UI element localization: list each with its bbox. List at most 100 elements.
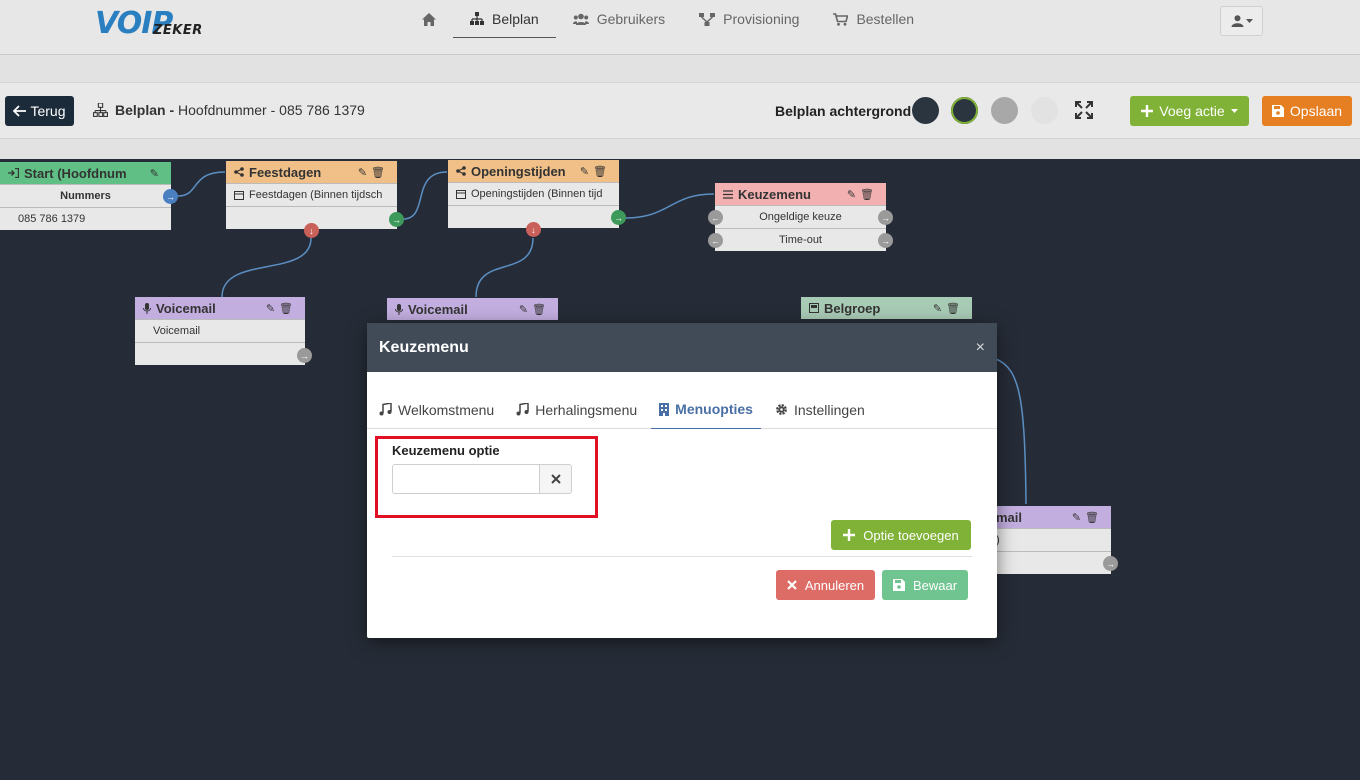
edit-delete-icons[interactable]: ✎🗑	[519, 303, 550, 316]
calendar-icon	[234, 191, 244, 200]
node-keuzemenu[interactable]: Keuzemenu ✎🗑 Ongeldige keuze Time-out	[715, 183, 886, 251]
save-plan-label: Opslaan	[1289, 103, 1343, 119]
save-plan-button[interactable]: Opslaan	[1262, 96, 1352, 126]
close-icon	[550, 474, 561, 484]
phone-group-icon	[809, 303, 819, 313]
users-icon	[572, 13, 589, 25]
share-icon	[456, 166, 466, 176]
wire-feestdagen-openingstijden	[402, 171, 448, 220]
keuzemenu-modal: Keuzemenu × Welkomstmenu Herhalingsmenu …	[367, 323, 997, 638]
node-start-row-numbers: Nummers	[0, 184, 171, 207]
option-label: Keuzemenu optie	[392, 443, 500, 458]
fullscreen-icon[interactable]	[1075, 101, 1093, 124]
caret-down-icon	[1230, 108, 1238, 113]
close-icon	[787, 580, 797, 590]
node-voicemail-3[interactable]: mail ✎🗑 )	[980, 506, 1111, 574]
modal-title: Keuzemenu	[379, 338, 469, 356]
edit-delete-icons[interactable]: ✎🗑	[266, 302, 297, 315]
node-voicemail-1[interactable]: Voicemail ✎🗑 Voicemail	[135, 297, 305, 365]
node-feestdagen[interactable]: Feestdagen ✎🗑 Feestdagen (Binnen tijdsch	[226, 161, 397, 229]
cancel-label: Annuleren	[804, 577, 865, 593]
background-swatch-dark-selected[interactable]	[951, 97, 978, 124]
share-icon	[234, 167, 244, 177]
wire-openingstijden-voicemail	[475, 237, 534, 298]
nav-belplan-label: Belplan	[492, 10, 539, 27]
wire-openingstijden-keuzemenu	[624, 193, 715, 219]
plus-icon	[843, 529, 856, 541]
close-icon[interactable]: ×	[976, 339, 985, 357]
node-voicemail-3-title: mail	[996, 509, 1023, 525]
node-voicemail-2-header: Voicemail ✎🗑	[387, 298, 558, 320]
nav-bestellen[interactable]: Bestellen	[816, 0, 931, 38]
edit-icon[interactable]: ✎	[150, 167, 163, 180]
user-menu-button[interactable]	[1220, 6, 1263, 36]
edit-delete-icons[interactable]: ✎🗑	[847, 188, 878, 201]
wire-feestdagen-voicemail	[221, 237, 312, 298]
back-button[interactable]: Terug	[5, 96, 74, 126]
modal-header: Keuzemenu ×	[367, 323, 997, 372]
node-openingstijden-header: Openingstijden ✎🗑	[448, 160, 619, 182]
music-icon	[379, 403, 392, 416]
port-out-openingstijden-false[interactable]: ↓	[526, 222, 541, 237]
plus-icon	[1141, 105, 1154, 117]
cancel-button[interactable]: Annuleren	[776, 570, 875, 600]
tab-menuopties[interactable]: Menuopties	[651, 390, 761, 429]
add-option-button[interactable]: Optie toevoegen	[831, 520, 971, 550]
node-keuzemenu-title: Keuzemenu	[738, 186, 811, 202]
port-out-voicemail-1[interactable]: →	[297, 348, 312, 363]
option-input[interactable]	[392, 464, 539, 494]
edit-delete-icons[interactable]: ✎🗑	[933, 302, 964, 315]
port-out-keuzemenu-timeout[interactable]: →	[878, 233, 893, 248]
calendar-icon	[456, 190, 466, 199]
nav-gebruikers-label: Gebruikers	[596, 11, 666, 27]
nav-provisioning[interactable]: Provisioning	[682, 0, 816, 38]
nav-home[interactable]	[405, 0, 453, 38]
port-in-keuzemenu-invalid[interactable]: ←	[708, 210, 723, 225]
tab-welkomstmenu[interactable]: Welkomstmenu	[371, 390, 502, 429]
port-in-keuzemenu-timeout[interactable]: ←	[708, 233, 723, 248]
node-belgroep[interactable]: Belgroep ✎🗑	[801, 297, 972, 319]
port-out-openingstijden-true[interactable]: →	[611, 210, 626, 225]
node-feestdagen-title: Feestdagen	[249, 164, 322, 180]
nav-belplan[interactable]: Belplan	[453, 0, 556, 38]
node-voicemail-3-header: mail ✎🗑	[980, 506, 1111, 528]
node-voicemail-2-title: Voicemail	[408, 301, 468, 317]
edit-delete-icons[interactable]: ✎🗑	[1072, 511, 1103, 524]
node-openingstijden[interactable]: Openingstijden ✎🗑 Openingstijden (Binnen…	[448, 160, 619, 228]
port-out-start[interactable]: →	[163, 189, 178, 204]
tab-instellingen[interactable]: Instellingen	[767, 390, 873, 429]
port-out-feestdagen-true[interactable]: →	[389, 212, 404, 227]
main-nav: Belplan Gebruikers Provisioning Bestelle…	[405, 0, 931, 38]
tab-herhalingsmenu[interactable]: Herhalingsmenu	[508, 390, 645, 429]
edit-delete-icons[interactable]: ✎🗑	[358, 166, 389, 179]
node-keuzemenu-row-timeout: Time-out	[715, 228, 886, 251]
nav-gebruikers[interactable]: Gebruikers	[556, 0, 682, 38]
sitemap-icon	[470, 12, 484, 25]
port-out-voicemail-3[interactable]: →	[1103, 556, 1118, 571]
tab-welkomstmenu-label: Welkomstmenu	[398, 401, 495, 418]
node-start[interactable]: Start (Hoofdnum ✎ Nummers 085 786 1379	[0, 162, 171, 230]
arrow-left-icon	[13, 105, 27, 117]
background-swatch-light[interactable]	[1031, 97, 1058, 124]
user-icon	[1231, 15, 1243, 27]
breadcrumb-detail: Hoofdnummer - 085 786 1379	[178, 102, 365, 118]
clear-option-button[interactable]	[539, 464, 572, 494]
background-swatch-grey[interactable]	[991, 97, 1018, 124]
voipzeker-logo[interactable]: VOIP ZEKER	[95, 6, 210, 41]
tab-herhalingsmenu-label: Herhalingsmenu	[535, 401, 638, 418]
node-start-row-number: 085 786 1379	[0, 207, 171, 230]
port-out-keuzemenu-invalid[interactable]: →	[878, 210, 893, 225]
save-button[interactable]: Bewaar	[882, 570, 968, 600]
node-keuzemenu-row-invalid: Ongeldige keuze	[715, 205, 886, 228]
home-icon	[422, 12, 436, 26]
sub-strip-2	[0, 139, 1360, 159]
node-voicemail-1-title: Voicemail	[156, 300, 216, 316]
nav-provisioning-label: Provisioning	[723, 11, 800, 27]
edit-delete-icons[interactable]: ✎🗑	[580, 165, 611, 178]
background-swatch-dark[interactable]	[912, 97, 939, 124]
node-start-header: Start (Hoofdnum ✎	[0, 162, 171, 184]
node-voicemail-2[interactable]: Voicemail ✎🗑	[387, 298, 558, 320]
port-out-feestdagen-false[interactable]: ↓	[304, 223, 319, 238]
add-action-button[interactable]: Voeg actie	[1130, 96, 1249, 126]
breadcrumb-title: Belplan -	[115, 102, 175, 118]
